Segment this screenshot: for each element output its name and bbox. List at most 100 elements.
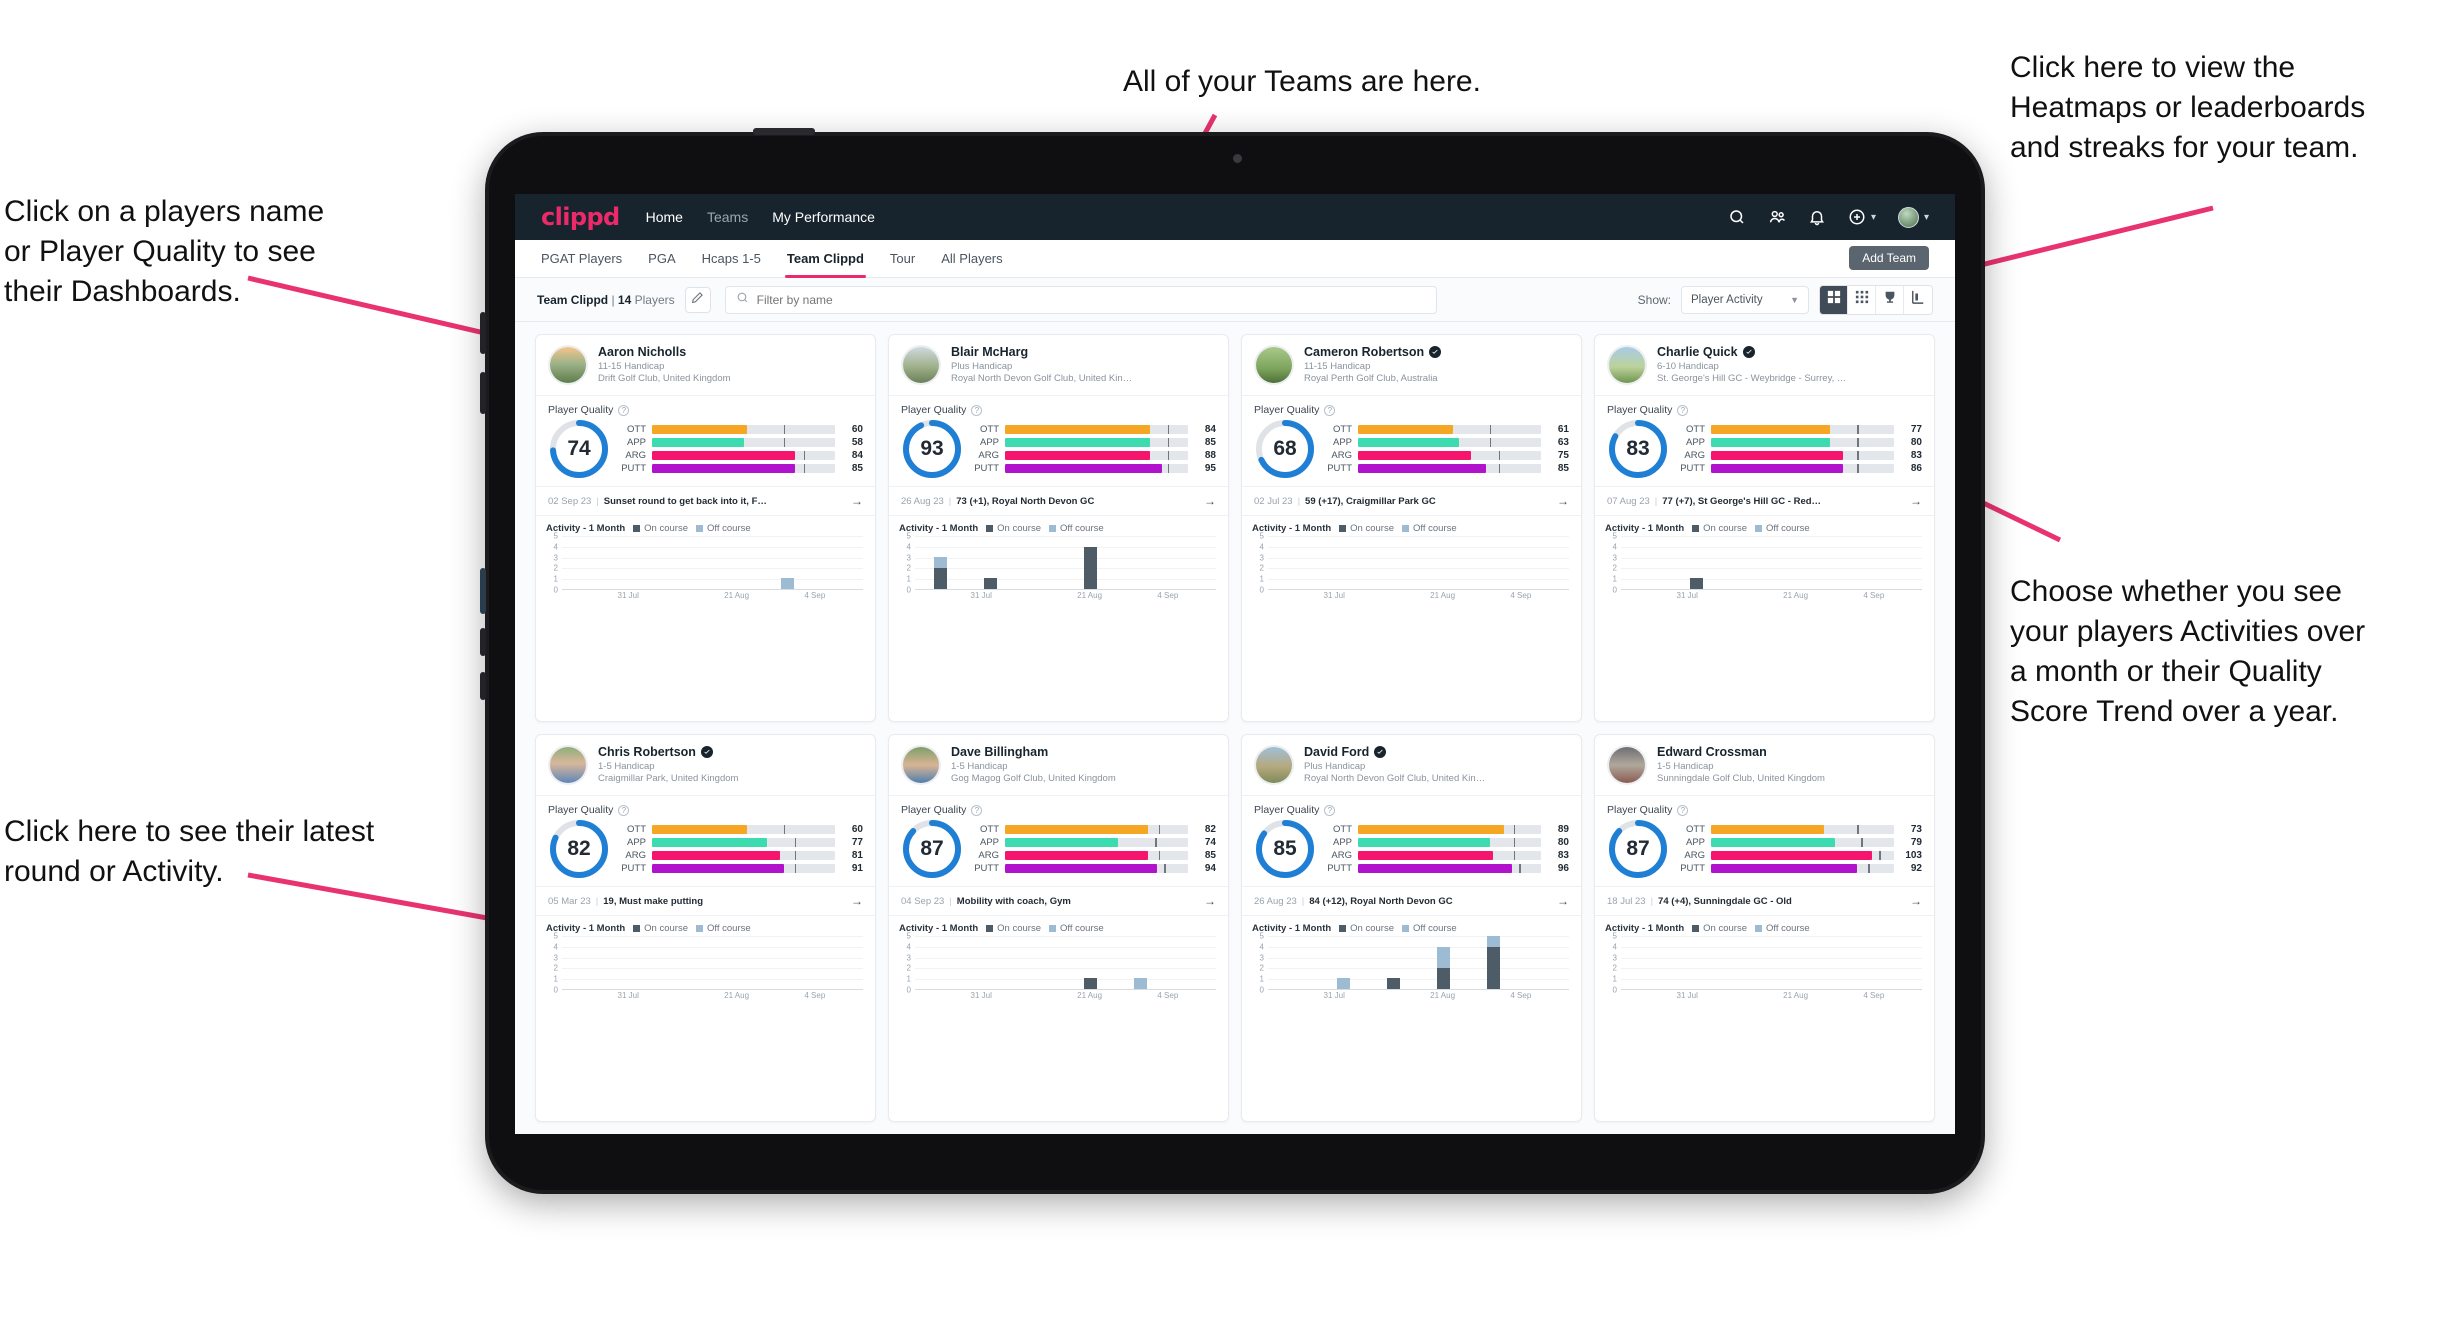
arrow-right-icon[interactable]: → xyxy=(1910,494,1922,508)
player-card-header[interactable]: Edward Crossman 1-5 Handicap Sunningdale G… xyxy=(1595,735,1934,795)
player-name-row[interactable]: Aaron Nicholls xyxy=(598,345,731,359)
player-card-header[interactable]: Aaron Nicholls 11-15 Handicap Drift Golf C… xyxy=(536,335,875,395)
player-card-header[interactable]: Chris Robertson 1-5 Handicap Craigmillar P… xyxy=(536,735,875,795)
arrow-right-icon[interactable]: → xyxy=(1557,494,1569,508)
quality-score-donut[interactable]: 68 xyxy=(1254,418,1316,480)
player-card[interactable]: Chris Robertson 1-5 Handicap Craigmillar P… xyxy=(535,734,876,1122)
latest-activity-row[interactable]: 26 Aug 23 | 84 (+12), Royal North Devon GC… xyxy=(1242,886,1581,915)
plus-circle-icon[interactable] xyxy=(1848,208,1866,226)
avatar[interactable] xyxy=(1897,206,1919,228)
player-quality-section[interactable]: Player Quality? 93 OTT 84 APP 85 ARG 88 PUTT 95 xyxy=(889,395,1228,486)
clippd-logo[interactable]: clippd xyxy=(541,203,620,231)
chevron-down-icon-profile[interactable]: ▾ xyxy=(1924,212,1929,223)
leaderboard-view-button[interactable] xyxy=(1876,285,1904,314)
tab-pgat-players[interactable]: PGAT Players xyxy=(541,240,622,278)
quality-score-donut[interactable]: 82 xyxy=(548,818,610,880)
player-quality-section[interactable]: Player Quality? 87 OTT 82 APP 74 ARG 85 PUTT 94 xyxy=(889,795,1228,886)
player-avatar[interactable] xyxy=(1607,745,1647,785)
player-name-row[interactable]: Chris Robertson xyxy=(598,745,738,759)
edit-team-button[interactable] xyxy=(684,286,711,313)
quality-score-donut[interactable]: 83 xyxy=(1607,418,1669,480)
search-field-wrapper[interactable] xyxy=(724,285,1437,314)
grid-small-view-button[interactable] xyxy=(1848,285,1876,314)
arrow-right-icon[interactable]: → xyxy=(851,494,863,508)
player-card-header[interactable]: Dave Billingham 1-5 Handicap Gog Magog Gol… xyxy=(889,735,1228,795)
player-quality-section[interactable]: Player Quality? 82 OTT 60 APP 77 ARG 81 PUTT 91 xyxy=(536,795,875,886)
arrow-right-icon[interactable]: → xyxy=(1557,894,1569,908)
add-team-button[interactable]: Add Team xyxy=(1849,246,1929,270)
help-icon[interactable]: ? xyxy=(618,404,630,416)
player-card[interactable]: Aaron Nicholls 11-15 Handicap Drift Golf C… xyxy=(535,334,876,722)
tab-team-clippd[interactable]: Team Clippd xyxy=(784,240,866,278)
latest-activity-row[interactable]: 18 Jul 23 | 74 (+4), Sunningdale GC - Old → xyxy=(1595,886,1934,915)
arrow-right-icon[interactable]: → xyxy=(1204,494,1216,508)
player-avatar[interactable] xyxy=(548,345,588,385)
player-avatar[interactable] xyxy=(901,745,941,785)
help-icon[interactable]: ? xyxy=(618,804,630,816)
player-name-row[interactable]: Blair McHarg xyxy=(951,345,1132,359)
player-name-row[interactable]: Charlie Quick xyxy=(1657,345,1846,359)
player-card-header[interactable]: Blair McHarg Plus Handicap Royal North Dev… xyxy=(889,335,1228,395)
quality-score-donut[interactable]: 87 xyxy=(1607,818,1669,880)
latest-activity-row[interactable]: 05 Mar 23 | 19, Must make putting → xyxy=(536,886,875,915)
tab-pga[interactable]: PGA xyxy=(648,240,675,278)
nav-teams[interactable]: Teams xyxy=(707,209,748,225)
player-card[interactable]: Edward Crossman 1-5 Handicap Sunningdale G… xyxy=(1594,734,1935,1122)
latest-activity-row[interactable]: 02 Jul 23 | 59 (+17), Craigmillar Park GC → xyxy=(1242,486,1581,515)
help-icon[interactable]: ? xyxy=(1677,804,1689,816)
arrow-right-icon[interactable]: → xyxy=(1204,894,1216,908)
arrow-right-icon[interactable]: → xyxy=(851,894,863,908)
player-quality-section[interactable]: Player Quality? 83 OTT 77 APP 80 ARG 83 PUTT 86 xyxy=(1595,395,1934,486)
quality-score-donut[interactable]: 93 xyxy=(901,418,963,480)
power-button[interactable] xyxy=(753,128,815,135)
player-avatar[interactable] xyxy=(1254,745,1294,785)
volume-down-button[interactable] xyxy=(480,372,486,414)
player-card[interactable]: Charlie Quick 6-10 Handicap St. George's H… xyxy=(1594,334,1935,722)
latest-activity-row[interactable]: 04 Sep 23 | Mobility with coach, Gym → xyxy=(889,886,1228,915)
player-name-row[interactable]: Cameron Robertson xyxy=(1304,345,1442,359)
search-input[interactable] xyxy=(756,292,1426,307)
player-name-row[interactable]: David Ford xyxy=(1304,745,1485,759)
help-icon[interactable]: ? xyxy=(1677,404,1689,416)
player-card[interactable]: Blair McHarg Plus Handicap Royal North Dev… xyxy=(888,334,1229,722)
help-icon[interactable]: ? xyxy=(971,804,983,816)
player-card-header[interactable]: David Ford Plus Handicap Royal North Devon… xyxy=(1242,735,1581,795)
player-quality-section[interactable]: Player Quality? 74 OTT 60 APP 58 ARG 84 PUTT 85 xyxy=(536,395,875,486)
latest-activity-row[interactable]: 07 Aug 23 | 77 (+7), St George's Hill GC -… xyxy=(1595,486,1934,515)
player-avatar[interactable] xyxy=(1254,345,1294,385)
side-button-3[interactable] xyxy=(480,628,486,656)
people-icon[interactable] xyxy=(1768,208,1786,226)
latest-activity-row[interactable]: 26 Aug 23 | 73 (+1), Royal North Devon GC → xyxy=(889,486,1228,515)
player-quality-section[interactable]: Player Quality? 68 OTT 61 APP 63 ARG 75 PUTT 85 xyxy=(1242,395,1581,486)
player-avatar[interactable] xyxy=(548,745,588,785)
help-icon[interactable]: ? xyxy=(1324,804,1336,816)
player-avatar[interactable] xyxy=(1607,345,1647,385)
help-icon[interactable]: ? xyxy=(1324,404,1336,416)
tab-tour[interactable]: Tour xyxy=(890,240,915,278)
player-card-header[interactable]: Cameron Robertson 11-15 Handicap Royal Per… xyxy=(1242,335,1581,395)
nav-home[interactable]: Home xyxy=(646,209,683,225)
player-card[interactable]: Cameron Robertson 11-15 Handicap Royal Per… xyxy=(1241,334,1582,722)
heatmap-view-button[interactable] xyxy=(1904,285,1932,314)
player-quality-section[interactable]: Player Quality? 85 OTT 89 APP 80 ARG 83 PUTT 96 xyxy=(1242,795,1581,886)
player-name-row[interactable]: Dave Billingham xyxy=(951,745,1116,759)
tab-all-players[interactable]: All Players xyxy=(941,240,1002,278)
player-quality-section[interactable]: Player Quality? 87 OTT 73 APP 79 ARG 103 PUTT 92 xyxy=(1595,795,1934,886)
nav-my-performance[interactable]: My Performance xyxy=(772,209,875,225)
bell-icon[interactable] xyxy=(1808,208,1826,226)
player-card[interactable]: David Ford Plus Handicap Royal North Devon… xyxy=(1241,734,1582,1122)
quality-score-donut[interactable]: 74 xyxy=(548,418,610,480)
quality-score-donut[interactable]: 87 xyxy=(901,818,963,880)
tab-hcaps-1-5[interactable]: Hcaps 1-5 xyxy=(702,240,761,278)
player-name-row[interactable]: Edward Crossman xyxy=(1657,745,1825,759)
player-card-header[interactable]: Charlie Quick 6-10 Handicap St. George's H… xyxy=(1595,335,1934,395)
arrow-right-icon[interactable]: → xyxy=(1910,894,1922,908)
search-icon[interactable] xyxy=(1728,208,1746,226)
show-select[interactable]: Player Activity ▼ xyxy=(1681,285,1809,314)
quality-score-donut[interactable]: 85 xyxy=(1254,818,1316,880)
volume-up-button[interactable] xyxy=(480,312,486,354)
chevron-down-icon-add[interactable]: ▾ xyxy=(1871,212,1876,223)
player-card[interactable]: Dave Billingham 1-5 Handicap Gog Magog Gol… xyxy=(888,734,1229,1122)
help-icon[interactable]: ? xyxy=(971,404,983,416)
player-avatar[interactable] xyxy=(901,345,941,385)
